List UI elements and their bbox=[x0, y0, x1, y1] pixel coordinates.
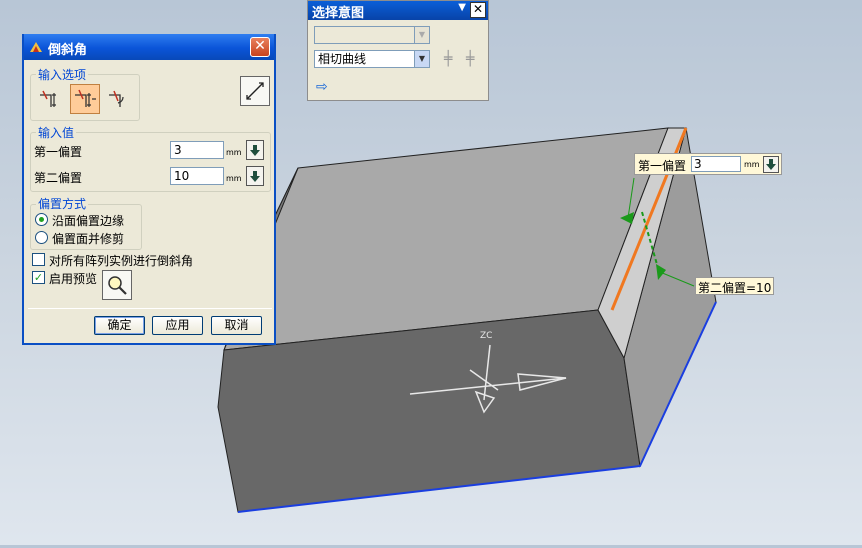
curve-rule-combo[interactable]: 相切曲线 ▼ bbox=[314, 50, 430, 68]
input-values-label: 输入值 bbox=[36, 124, 77, 141]
radio-along-face-label[interactable]: 沿面偏置边缘 bbox=[52, 212, 124, 229]
onscreen-first-offset: 第一偏置 3 mm bbox=[634, 153, 782, 175]
double-offset-icon bbox=[75, 89, 96, 107]
follow-fillet-icon[interactable]: ╪ bbox=[466, 51, 474, 67]
onscreen-first-offset-label: 第一偏置 bbox=[638, 159, 687, 173]
down-arrow-icon bbox=[766, 159, 776, 170]
checkbox-all-instances-label[interactable]: 对所有阵列实例进行倒斜角 bbox=[49, 252, 193, 269]
onscreen-first-offset-field[interactable]: 3 bbox=[691, 156, 741, 172]
offset-method-label: 偏置方式 bbox=[36, 195, 89, 212]
filter-combo: ▼ bbox=[314, 26, 430, 44]
selection-arrow-icon[interactable]: ⇨ bbox=[316, 79, 328, 95]
down-arrow-icon bbox=[250, 144, 260, 156]
dialog-title: 倒斜角 bbox=[48, 43, 88, 58]
single-offset-icon bbox=[40, 90, 56, 107]
offset-angle-icon bbox=[109, 90, 124, 107]
second-offset-unit: mm bbox=[226, 174, 242, 183]
selection-intent-title: 选择意图 bbox=[312, 6, 365, 21]
first-offset-field[interactable]: 3 bbox=[170, 141, 224, 159]
preview-button[interactable] bbox=[102, 270, 132, 300]
single-offset-button[interactable] bbox=[35, 84, 65, 114]
wcs-zc-label: ZC bbox=[480, 331, 492, 341]
offset-angle-button[interactable] bbox=[104, 84, 134, 114]
radio-offset-trim[interactable] bbox=[35, 231, 48, 244]
second-offset-label: 第二偏置 bbox=[34, 171, 83, 185]
nx-app-icon bbox=[30, 42, 42, 52]
onscreen-arrow-button[interactable] bbox=[763, 156, 779, 173]
toolbar-menu-icon[interactable]: ▼ bbox=[458, 2, 466, 13]
selection-intent-titlebar[interactable]: 选择意图 ▼ ✕ bbox=[308, 1, 488, 21]
first-offset-menu-button[interactable] bbox=[246, 140, 264, 160]
second-offset-menu-button[interactable] bbox=[246, 166, 264, 186]
toolbar-close-icon[interactable]: ✕ bbox=[470, 2, 486, 18]
onscreen-unit: mm bbox=[744, 160, 760, 169]
double-offset-button[interactable] bbox=[70, 84, 100, 114]
curve-rule-value: 相切曲线 bbox=[318, 52, 367, 66]
radio-offset-trim-label[interactable]: 偏置面并修剪 bbox=[52, 230, 124, 247]
close-button[interactable]: ✕ bbox=[250, 37, 270, 57]
dialog-titlebar[interactable]: 倒斜角 ✕ bbox=[24, 34, 274, 60]
chevron-down-icon: ▼ bbox=[414, 27, 429, 43]
checkbox-preview-label[interactable]: 启用预览 bbox=[49, 270, 97, 287]
cancel-button[interactable]: 取消 bbox=[211, 316, 262, 335]
radio-along-face[interactable] bbox=[35, 213, 48, 226]
input-options-label: 输入选项 bbox=[36, 66, 89, 83]
chevron-down-icon[interactable]: ▼ bbox=[414, 51, 429, 67]
down-arrow-icon bbox=[250, 170, 260, 182]
reverse-direction-button[interactable] bbox=[240, 76, 270, 106]
second-offset-field[interactable]: 10 bbox=[170, 167, 224, 185]
first-offset-label: 第一偏置 bbox=[34, 145, 83, 159]
magnifier-icon bbox=[108, 276, 127, 295]
checkbox-all-instances[interactable] bbox=[32, 253, 45, 266]
first-offset-unit: mm bbox=[226, 148, 242, 157]
selection-intent-toolbar: 选择意图 ▼ ✕ ▼ 相切曲线 ▼ ╪ ╪ ⇨ bbox=[307, 0, 489, 101]
chamfer-dialog: 倒斜角 ✕ 输入选项 输入值 第一偏置 3 mm 第二偏置 10 mm 偏置方式 bbox=[22, 34, 276, 345]
stop-at-intersection-icon[interactable]: ╪ bbox=[444, 51, 452, 67]
ok-button[interactable]: 确定 bbox=[94, 316, 145, 335]
onscreen-second-offset[interactable]: 第二偏置=10 bbox=[695, 277, 775, 295]
button-separator bbox=[28, 308, 272, 309]
apply-button[interactable]: 应用 bbox=[152, 316, 203, 335]
reverse-direction-icon bbox=[246, 82, 264, 100]
checkbox-preview[interactable]: ✓ bbox=[32, 271, 45, 284]
